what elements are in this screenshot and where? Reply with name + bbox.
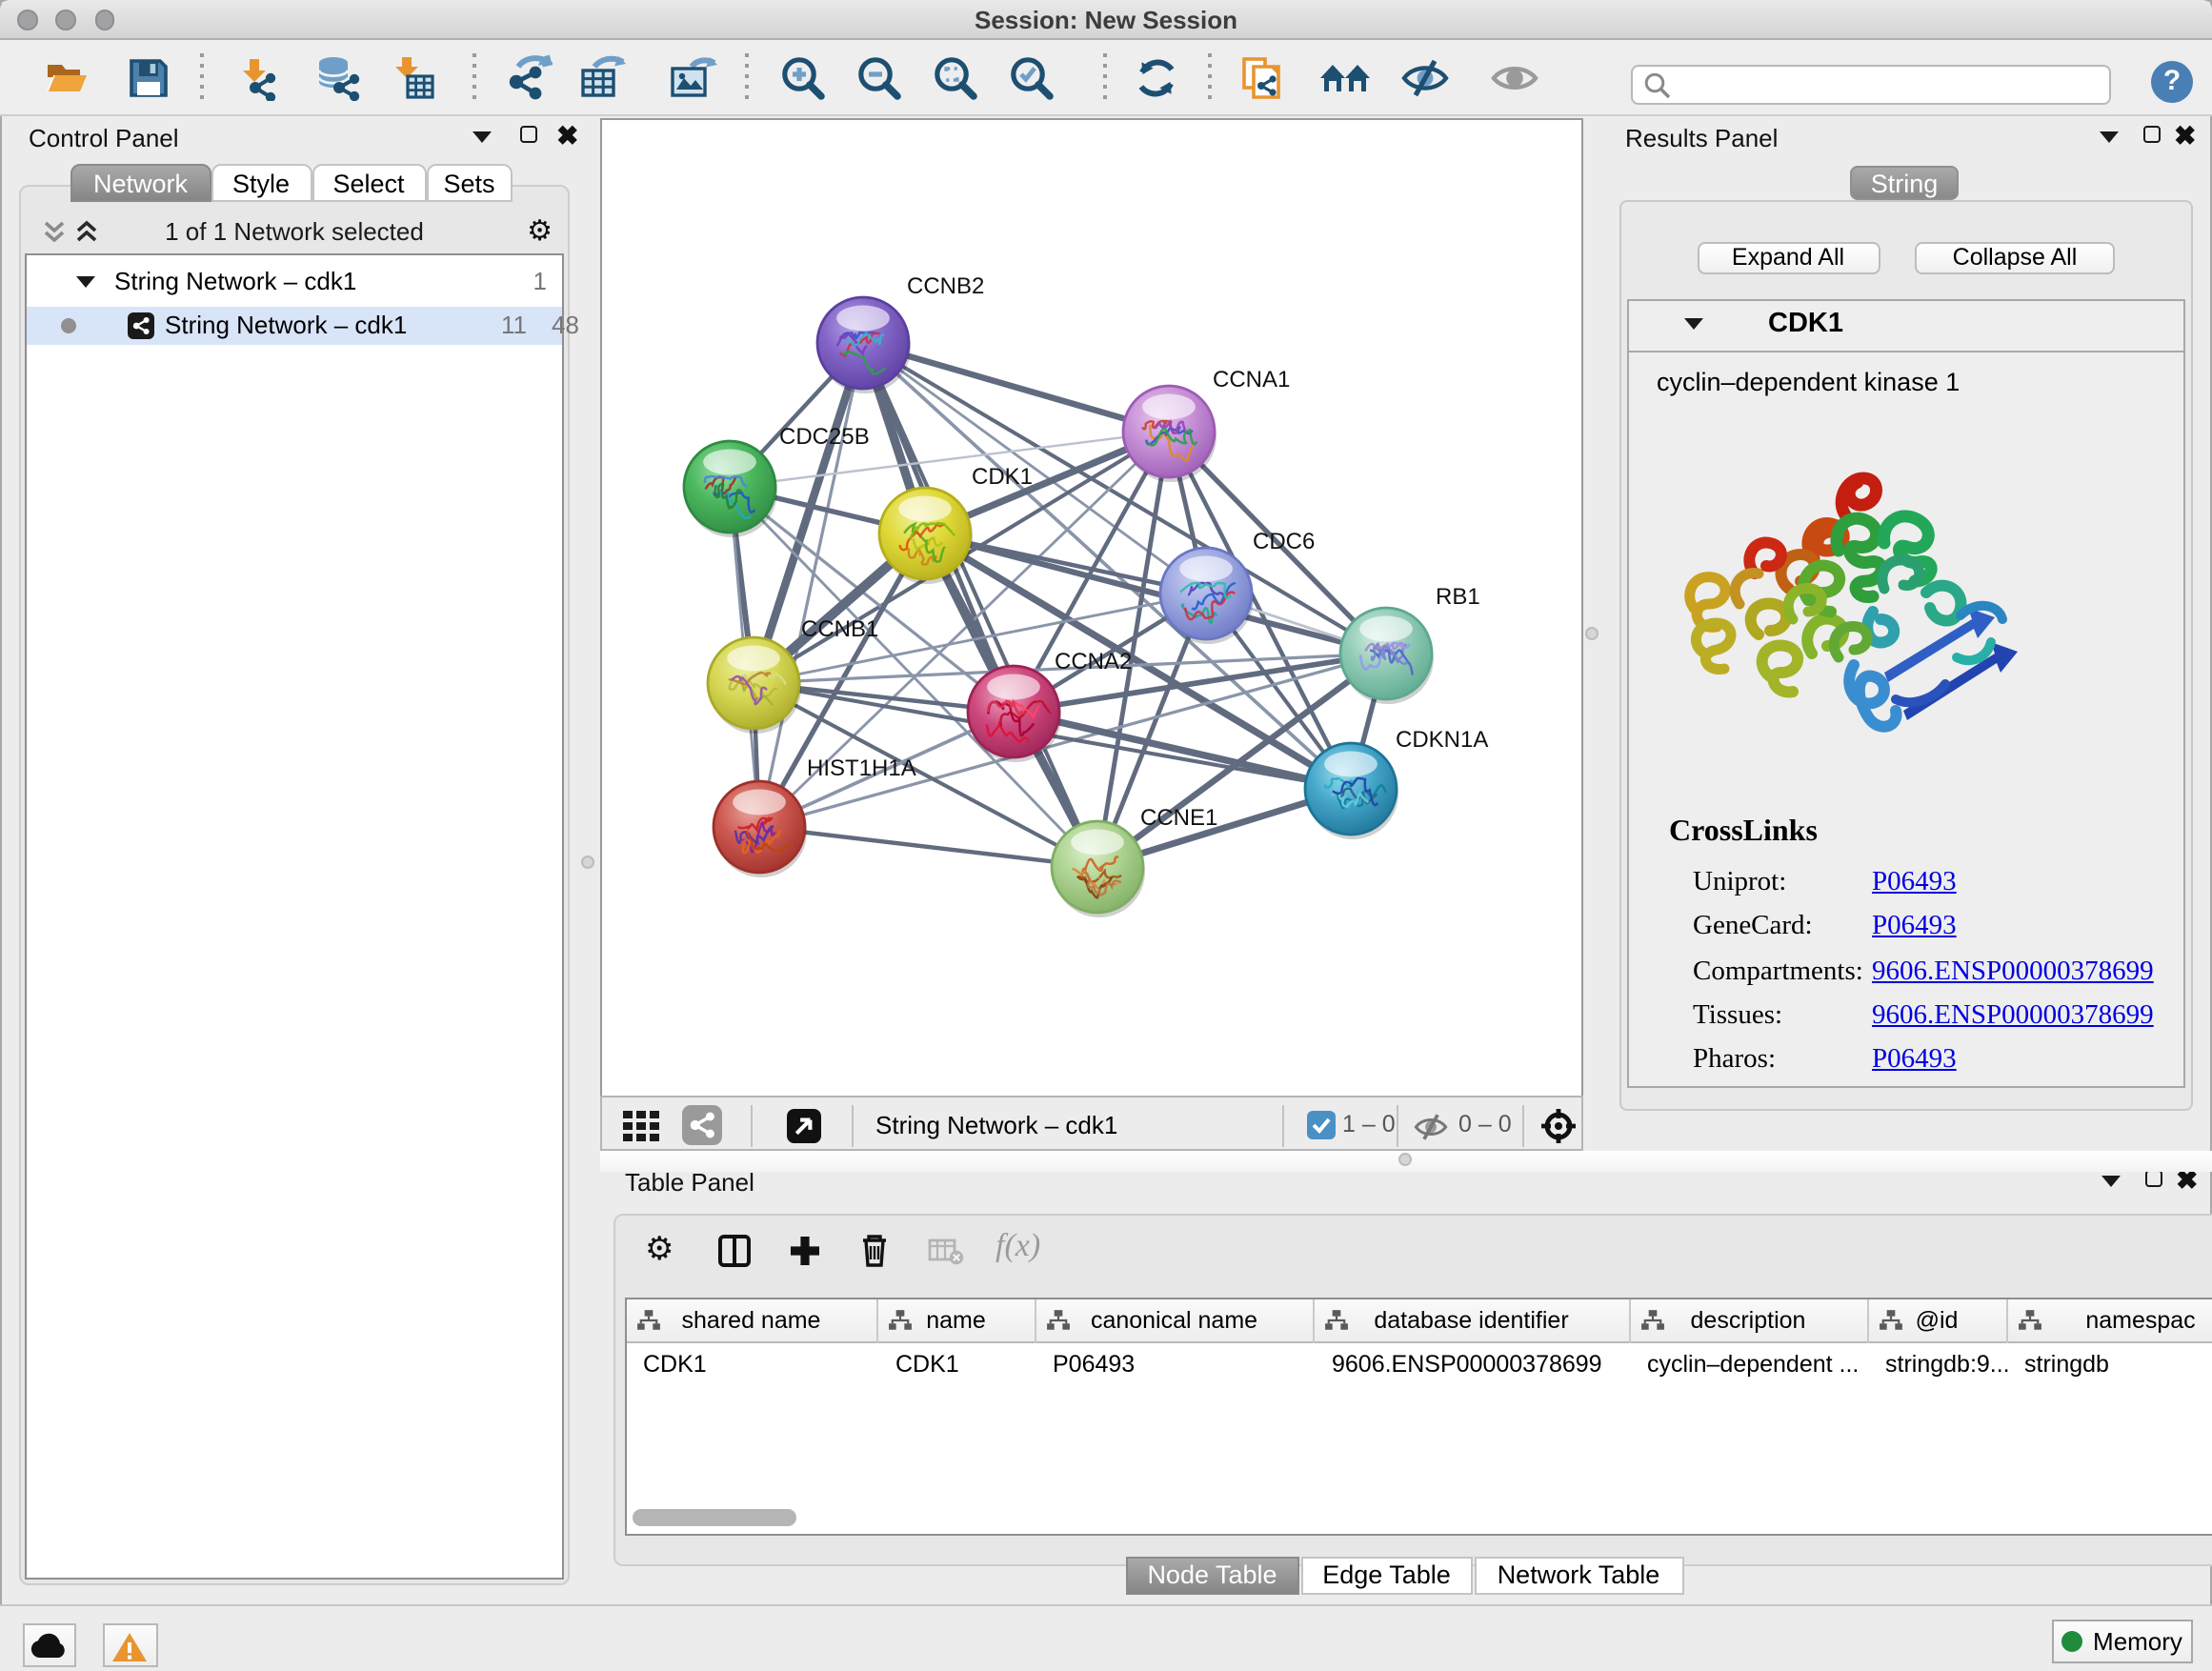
svg-text:CCNE1: CCNE1	[1139, 804, 1217, 830]
svg-text:CCNB1: CCNB1	[800, 615, 877, 641]
svg-text:CCNA2: CCNA2	[1054, 648, 1131, 674]
svg-text:CDC6: CDC6	[1252, 528, 1314, 554]
svg-text:CCNA1: CCNA1	[1212, 366, 1289, 392]
svg-text:HIST1H1A: HIST1H1A	[806, 755, 915, 780]
svg-text:CDK1: CDK1	[971, 463, 1032, 489]
svg-text:RB1: RB1	[1435, 583, 1479, 609]
svg-text:CDKN1A: CDKN1A	[1395, 726, 1487, 752]
svg-text:CCNB2: CCNB2	[906, 272, 983, 298]
svg-text:CDC25B: CDC25B	[778, 423, 869, 449]
